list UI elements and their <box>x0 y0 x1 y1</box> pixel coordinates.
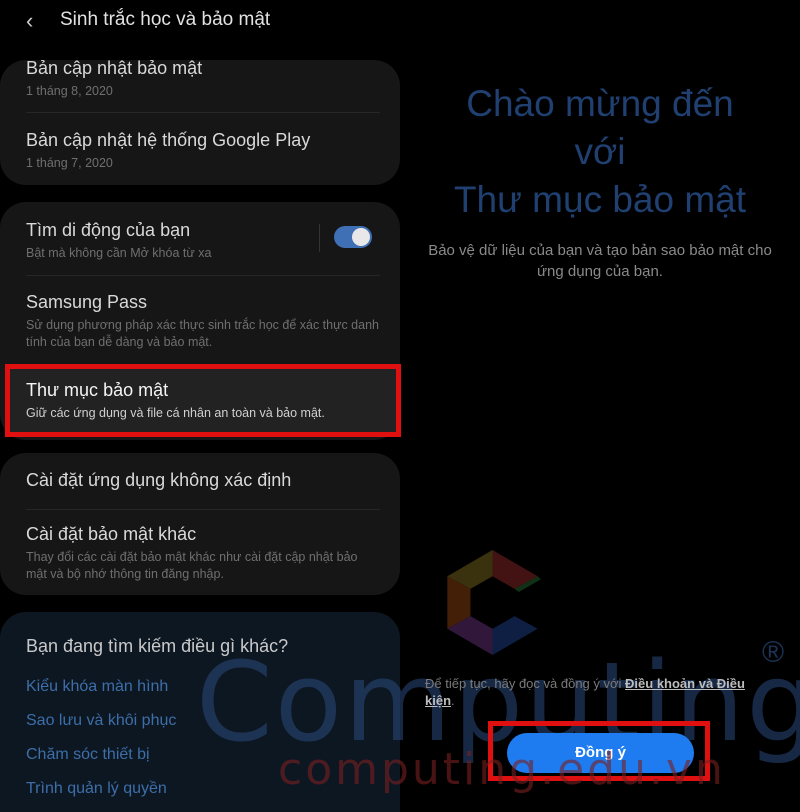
back-chevron-icon[interactable]: ‹ <box>26 8 33 34</box>
divider <box>26 112 380 113</box>
find-my-mobile-item[interactable]: Tìm di động của bạn Bật mà không cần Mở … <box>26 220 310 262</box>
google-play-update-title: Bản cập nhật hệ thống Google Play <box>26 130 311 150</box>
updates-card: Bản cập nhật bảo mật 1 tháng 8, 2020 Bản… <box>0 58 400 185</box>
terms-notice: Để tiếp tục, hãy đọc và đồng ý với Điều … <box>425 675 775 709</box>
welcome-title-line-2: với <box>574 131 626 172</box>
link-lock-screen-type[interactable]: Kiểu khóa màn hình <box>26 678 168 696</box>
security-update-date: 1 tháng 8, 2020 <box>26 84 113 98</box>
samsung-pass-subtitle: Sử dụng phương pháp xác thực sinh trắc h… <box>26 318 379 349</box>
divider <box>26 509 380 510</box>
secure-folder-item[interactable]: Thư mục bảo mật Giữ các ứng dụng và file… <box>5 364 401 437</box>
divider <box>26 275 380 276</box>
welcome-description: Bảo vệ dữ liệu của bạn và tạo bản sao bả… <box>428 242 772 280</box>
other-security-settings-subtitle: Thay đổi các cài đặt bảo mật khác như cà… <box>26 550 358 581</box>
samsung-pass-title: Samsung Pass <box>26 292 148 312</box>
link-backup-restore[interactable]: Sao lưu và khôi phục <box>26 712 176 730</box>
other-security-settings-title: Cài đặt bảo mật khác <box>26 524 197 544</box>
terms-prefix: Để tiếp tục, hãy đọc và đồng ý với <box>425 676 626 691</box>
security-update-title: Bản cập nhật bảo mật <box>26 58 203 78</box>
welcome-title: Chào mừng đến với Thư mục bảo mật <box>420 80 780 224</box>
other-settings-card: Cài đặt ứng dụng không xác định Cài đặt … <box>0 453 400 595</box>
find-my-mobile-toggle[interactable] <box>334 226 372 248</box>
find-my-mobile-subtitle: Bật mà không cần Mở khóa từ xa <box>26 246 212 260</box>
secure-folder-title: Thư mục bảo mật <box>26 380 169 400</box>
samsung-pass-item[interactable]: Samsung Pass Sử dụng phương pháp xác thự… <box>26 292 380 351</box>
unknown-apps-item[interactable]: Cài đặt ứng dụng không xác định <box>26 470 380 491</box>
terms-suffix: . <box>451 693 455 708</box>
link-permission-manager[interactable]: Trình quản lý quyền <box>26 780 167 798</box>
secure-folder-subtitle: Giữ các ứng dụng và file cá nhân an toàn… <box>26 406 325 420</box>
toggle-separator <box>319 224 320 252</box>
page-title: Sinh trắc học và bảo mật <box>60 9 271 30</box>
find-my-mobile-title: Tìm di động của bạn <box>26 220 191 240</box>
url-watermark: computing.edu.vn <box>278 744 726 795</box>
unknown-apps-title: Cài đặt ứng dụng không xác định <box>26 470 292 490</box>
other-security-settings-item[interactable]: Cài đặt bảo mật khác Thay đổi các cài đặ… <box>26 524 380 583</box>
security-update-item[interactable]: Bản cập nhật bảo mật 1 tháng 8, 2020 <box>26 58 380 100</box>
google-play-update-date: 1 tháng 7, 2020 <box>26 156 113 170</box>
app-bar: ‹ Sinh trắc học và bảo mật <box>0 0 410 48</box>
welcome-title-line-1: Chào mừng đến <box>466 83 734 124</box>
toggle-knob <box>352 228 370 246</box>
registered-mark: ® <box>762 636 785 669</box>
link-device-care[interactable]: Chăm sóc thiết bị <box>26 746 150 764</box>
google-play-update-item[interactable]: Bản cập nhật hệ thống Google Play 1 thán… <box>26 130 380 172</box>
welcome-title-line-3: Thư mục bảo mật <box>453 179 747 220</box>
